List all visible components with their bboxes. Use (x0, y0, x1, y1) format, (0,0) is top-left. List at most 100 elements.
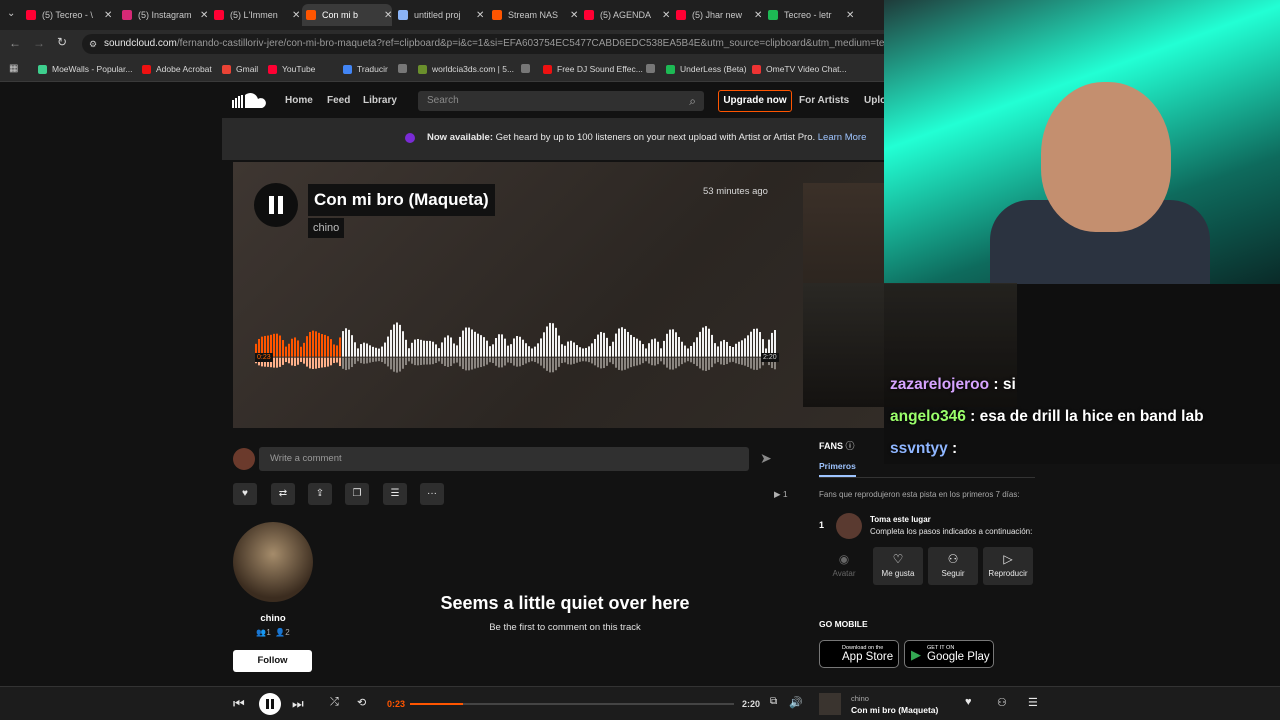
follow-button[interactable]: Follow (233, 650, 312, 672)
bookmark-item[interactable]: YouTube (268, 64, 315, 74)
comment-input[interactable]: Write a comment (259, 447, 749, 471)
bookmark-item[interactable]: UnderLess (Beta) (666, 64, 747, 74)
browser-tab[interactable]: (5) L'Immen ✕ (210, 4, 300, 26)
browser-tab[interactable]: untitled proj ✕ (394, 4, 484, 26)
bookmark-item[interactable]: Gmail (222, 64, 258, 74)
nav-home[interactable]: Home (285, 95, 313, 106)
next-icon[interactable]: ⏭ (292, 696, 304, 712)
waveform-reflection (729, 357, 731, 363)
browser-tab[interactable]: (5) Instagram ✕ (118, 4, 208, 26)
player-follow-icon[interactable]: ⚇ (997, 696, 1007, 709)
previous-icon[interactable]: ⏮ (233, 696, 245, 712)
bookmark-item[interactable] (398, 64, 412, 73)
followers-count[interactable]: 1 (266, 628, 270, 637)
waveform-reflection (480, 357, 482, 368)
waveform-reflection (489, 357, 491, 363)
app-store-button[interactable]: Download on the App Store (819, 640, 899, 668)
learn-more-link[interactable]: Learn More (818, 132, 867, 143)
more-button[interactable]: ··· (420, 483, 444, 505)
tab-list-chevron-icon[interactable]: ⌄ (7, 8, 15, 19)
player-artwork[interactable] (819, 693, 841, 715)
upgrade-button[interactable]: Upgrade now (718, 90, 792, 112)
search-input[interactable]: Search ⌕ (418, 91, 704, 111)
close-tab-icon[interactable]: ✕ (754, 10, 762, 21)
bookmark-item[interactable]: Adobe Acrobat (142, 64, 212, 74)
reload-icon[interactable]: ↻ (57, 35, 67, 49)
empty-comments-subtitle: Be the first to comment on this track (489, 622, 641, 633)
waveform-reflection (663, 357, 665, 365)
nav-upload[interactable]: Uplo (864, 95, 886, 106)
bookmark-item[interactable]: MoeWalls - Popular... (38, 64, 132, 74)
step-like[interactable]: ♡ Me gusta (873, 547, 923, 585)
search-icon[interactable]: ⌕ (689, 91, 696, 111)
waveform-bar (717, 346, 719, 357)
google-play-button[interactable]: ▶ GET IT ON Google Play (904, 640, 994, 668)
fans-heading: FANS ⓘ (819, 439, 855, 452)
following-count[interactable]: 2 (285, 628, 289, 637)
site-info-icon[interactable]: ⚙ (89, 34, 97, 54)
step-follow[interactable]: ⚇ Seguir (928, 547, 978, 585)
browser-tab[interactable]: (5) AGENDA ✕ (580, 4, 670, 26)
like-button[interactable]: ♥ (233, 483, 257, 505)
soundcloud-logo-icon[interactable] (232, 92, 266, 108)
browser-tab[interactable]: Tecreo - letr ✕ (764, 4, 854, 26)
player-pause-button[interactable] (259, 693, 281, 715)
close-tab-icon[interactable]: ✕ (846, 10, 854, 21)
waveform-reflection (348, 357, 350, 370)
waveform-bar (588, 346, 590, 357)
add-to-playlist-button[interactable]: ☰ (383, 483, 407, 505)
copy-link-button[interactable]: ❐ (345, 483, 369, 505)
bookmark-item[interactable]: Traducir (343, 64, 388, 74)
bookmark-item[interactable]: worldcia3ds.com | 5... (418, 64, 514, 74)
apps-grid-icon[interactable]: ▦ (9, 63, 18, 74)
waveform-reflection (372, 357, 374, 362)
player-title[interactable]: Con mi bro (Maqueta) (851, 705, 938, 715)
close-tab-icon[interactable]: ✕ (104, 10, 112, 21)
nav-feed[interactable]: Feed (327, 95, 350, 106)
volume-icon[interactable]: 🔊 (789, 696, 803, 709)
repost-button[interactable]: ⇄ (271, 483, 295, 505)
cast-icon[interactable]: ⧉ (770, 696, 777, 707)
track-artist[interactable]: chino (308, 218, 345, 238)
shuffle-icon[interactable]: ⤮ (330, 696, 339, 709)
repeat-icon[interactable]: ⟲ (357, 696, 366, 709)
promo-icon (405, 133, 415, 143)
waveform-bar (750, 331, 752, 357)
close-tab-icon[interactable]: ✕ (476, 10, 484, 21)
waveform-bar (468, 327, 470, 357)
waveform-bar (318, 332, 320, 357)
queue-icon[interactable]: ☰ (1028, 696, 1038, 709)
info-icon[interactable]: ⓘ (846, 441, 855, 451)
close-tab-icon[interactable]: ✕ (662, 10, 670, 21)
step-play[interactable]: ▷ Reproducir (983, 547, 1033, 585)
uploader-avatar[interactable] (233, 522, 313, 602)
send-comment-icon[interactable]: ➤ (760, 450, 780, 468)
bookmark-item[interactable] (521, 64, 535, 73)
player-progress[interactable] (410, 703, 734, 705)
bookmark-item[interactable]: OmeTV Video Chat... (752, 64, 847, 74)
close-tab-icon[interactable]: ✕ (200, 10, 208, 21)
back-icon[interactable]: ← (9, 36, 21, 50)
player-like-icon[interactable]: ♥ (965, 696, 972, 708)
close-tab-icon[interactable]: ✕ (292, 10, 300, 21)
uploader-name[interactable]: chino (233, 613, 313, 624)
close-tab-icon[interactable]: ✕ (570, 10, 578, 21)
waveform-reflection (639, 357, 641, 365)
nav-for-artists[interactable]: For Artists (799, 95, 849, 106)
browser-tab[interactable]: (5) Jhar new ✕ (672, 4, 762, 26)
hero-pause-button[interactable] (254, 183, 298, 227)
bookmark-item[interactable]: Free DJ Sound Effec... (543, 64, 643, 74)
close-tab-icon[interactable]: ✕ (384, 10, 392, 21)
forward-icon[interactable]: → (33, 36, 45, 50)
tab-primeros[interactable]: Primeros (819, 461, 856, 477)
waveform-reflection (477, 357, 479, 368)
waveform[interactable] (255, 312, 779, 384)
browser-tab[interactable]: Stream NAS ✕ (488, 4, 578, 26)
browser-tab[interactable]: (5) Tecreo - \ ✕ (22, 4, 112, 26)
waveform-reflection (672, 357, 674, 370)
share-button[interactable]: ⇪ (308, 483, 332, 505)
player-artist[interactable]: chino (851, 694, 869, 703)
bookmark-item[interactable] (646, 64, 660, 73)
browser-tab[interactable]: Con mi b ✕ (302, 4, 393, 26)
nav-library[interactable]: Library (363, 95, 397, 106)
